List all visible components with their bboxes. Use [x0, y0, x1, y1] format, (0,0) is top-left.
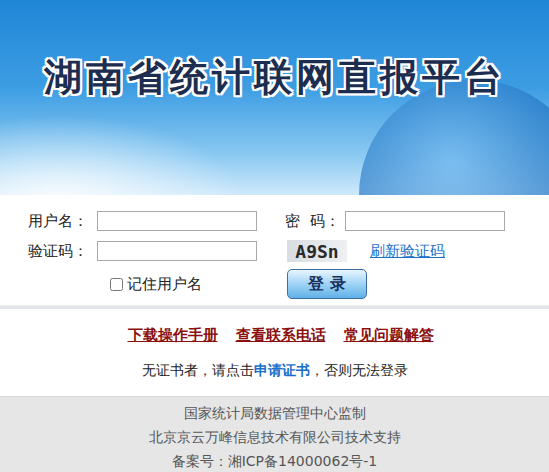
separator [0, 305, 549, 309]
footer-line: 备案号：湘ICP备14000062号-1 [172, 451, 378, 472]
help-link[interactable]: 常见问题解答 [344, 326, 434, 345]
help-links: 下载操作手册查看联系电话常见问题解答 [0, 309, 549, 345]
apply-certificate-link[interactable]: 申请证书 [254, 362, 310, 378]
remember-label: 记住用户名 [127, 275, 202, 294]
footer: 国家统计局数据管理中心监制北京京云万峰信息技术有限公司技术支持备案号：湘ICP备… [0, 396, 549, 472]
banner: 湖南省统计联网直报平台 [0, 0, 549, 195]
login-page: 湖南省统计联网直报平台 用户名： 密 码： 验证码： A9Sn 刷新验证码 记住… [0, 0, 549, 472]
footer-line: 国家统计局数据管理中心监制 [184, 403, 366, 424]
footer-line: 北京京云万峰信息技术有限公司技术支持 [149, 427, 401, 448]
notice-text: ，否则无法登录 [310, 362, 408, 378]
banner-title: 湖南省统计联网直报平台 [44, 52, 506, 103]
refresh-captcha-link[interactable]: 刷新验证码 [370, 242, 445, 261]
password-label: 密 码： [285, 212, 345, 231]
help-link[interactable]: 下载操作手册 [128, 326, 218, 345]
password-input[interactable] [345, 211, 505, 231]
captcha-label: 验证码： [28, 242, 97, 261]
login-button[interactable]: 登 录 [287, 269, 367, 299]
login-form: 用户名： 密 码： 验证码： A9Sn 刷新验证码 记住用户名 登 录 [0, 195, 549, 305]
remember-checkbox-box[interactable] [110, 278, 123, 291]
captcha-input[interactable] [97, 241, 257, 261]
remember-checkbox[interactable]: 记住用户名 [110, 275, 287, 294]
notice-text: 无证书者，请点击 [142, 362, 254, 378]
username-input[interactable] [97, 211, 257, 231]
captcha-image: A9Sn [287, 240, 347, 262]
help-link[interactable]: 查看联系电话 [236, 326, 326, 345]
username-label: 用户名： [28, 212, 97, 231]
certificate-notice: 无证书者，请点击申请证书，否则无法登录 [0, 345, 549, 380]
